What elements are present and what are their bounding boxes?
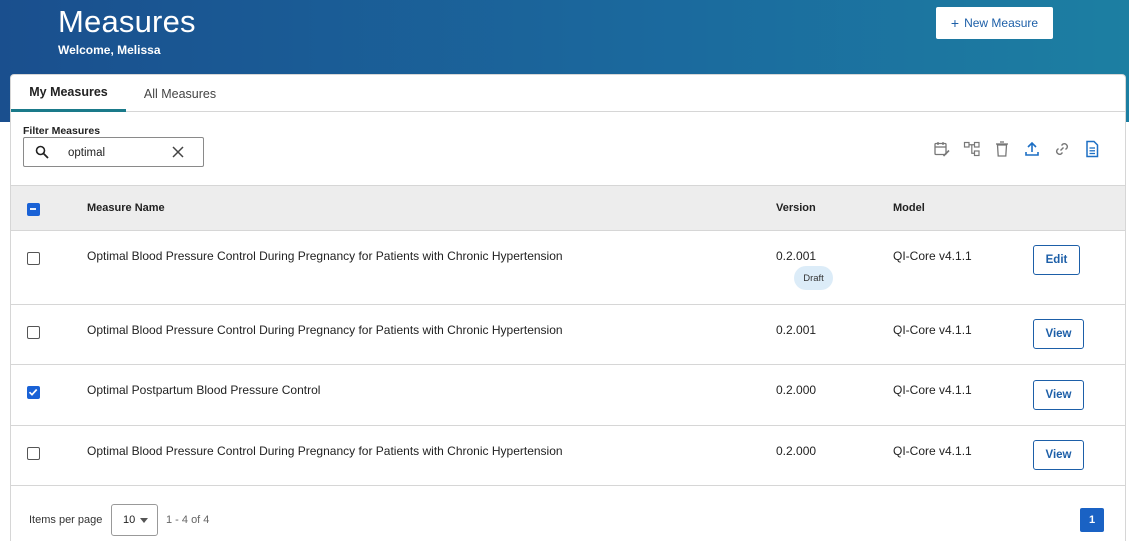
- measure-version: 0.2.000: [776, 383, 817, 397]
- table-row: Optimal Postpartum Blood Pressure Contro…: [11, 365, 1125, 426]
- view-button[interactable]: View: [1033, 440, 1084, 470]
- tab-my-measures[interactable]: My Measures: [11, 75, 126, 112]
- items-per-page-select[interactable]: 10: [111, 504, 158, 536]
- link-icon[interactable]: [1053, 140, 1071, 158]
- measure-model: QI-Core v4.1.1: [893, 383, 972, 397]
- calendar-edit-icon[interactable]: [933, 140, 951, 158]
- row-checkbox[interactable]: [27, 252, 40, 265]
- header-model[interactable]: Model: [893, 202, 925, 214]
- document-icon[interactable]: [1083, 140, 1101, 158]
- action-toolbar: [933, 140, 1103, 160]
- table-row: Optimal Blood Pressure Control During Pr…: [11, 231, 1125, 305]
- indeterminate-icon: [30, 208, 36, 210]
- edit-button[interactable]: Edit: [1033, 245, 1080, 275]
- row-checkbox[interactable]: [27, 447, 40, 460]
- status-badge: Draft: [794, 266, 833, 290]
- caret-down-icon: [140, 518, 148, 523]
- new-measure-button[interactable]: + New Measure: [936, 7, 1053, 39]
- upload-icon[interactable]: [1023, 140, 1041, 158]
- table-header: Measure Name Version Model: [11, 185, 1125, 231]
- filter-input[interactable]: [68, 144, 168, 161]
- pagination-bar: Items per page 10 1 - 4 of 4 1: [11, 486, 1125, 541]
- page-title: Measures: [58, 4, 196, 39]
- search-icon: [35, 145, 49, 159]
- measure-version: 0.2.001: [776, 249, 817, 263]
- measure-name: Optimal Blood Pressure Control During Pr…: [87, 444, 563, 458]
- items-per-page-value: 10: [123, 514, 136, 526]
- table-row: Optimal Blood Pressure Control During Pr…: [11, 426, 1125, 486]
- measure-name: Optimal Blood Pressure Control During Pr…: [87, 249, 563, 263]
- measure-version: 0.2.001: [776, 323, 817, 337]
- new-measure-label: New Measure: [964, 16, 1039, 30]
- measure-name: Optimal Blood Pressure Control During Pr…: [87, 323, 563, 337]
- hierarchy-icon[interactable]: [963, 140, 981, 158]
- filter-field[interactable]: [23, 137, 204, 167]
- view-button[interactable]: View: [1033, 380, 1084, 410]
- pagination-range: 1 - 4 of 4: [166, 514, 210, 526]
- page-button-1[interactable]: 1: [1080, 508, 1104, 532]
- table-row: Optimal Blood Pressure Control During Pr…: [11, 305, 1125, 365]
- measures-card: My Measures All Measures Filter Measures: [10, 74, 1126, 541]
- filter-label: Filter Measures: [23, 125, 101, 137]
- welcome-text: Welcome, Melissa: [58, 43, 161, 57]
- close-icon[interactable]: [171, 145, 185, 159]
- items-per-page-label: Items per page: [29, 514, 103, 526]
- view-button[interactable]: View: [1033, 319, 1084, 349]
- row-checkbox[interactable]: [27, 386, 40, 399]
- measure-name: Optimal Postpartum Blood Pressure Contro…: [87, 383, 321, 397]
- header-measure-name[interactable]: Measure Name: [87, 202, 165, 214]
- header-version[interactable]: Version: [776, 202, 816, 214]
- tab-all-measures[interactable]: All Measures: [126, 75, 234, 112]
- trash-icon[interactable]: [993, 140, 1011, 158]
- tab-bar: My Measures All Measures: [11, 75, 1125, 112]
- plus-icon: +: [950, 15, 960, 31]
- measure-model: QI-Core v4.1.1: [893, 323, 972, 337]
- measure-model: QI-Core v4.1.1: [893, 249, 972, 263]
- checkmark-icon: [28, 388, 38, 396]
- measure-model: QI-Core v4.1.1: [893, 444, 972, 458]
- select-all-checkbox[interactable]: [27, 203, 40, 216]
- measure-version: 0.2.000: [776, 444, 817, 458]
- row-checkbox[interactable]: [27, 326, 40, 339]
